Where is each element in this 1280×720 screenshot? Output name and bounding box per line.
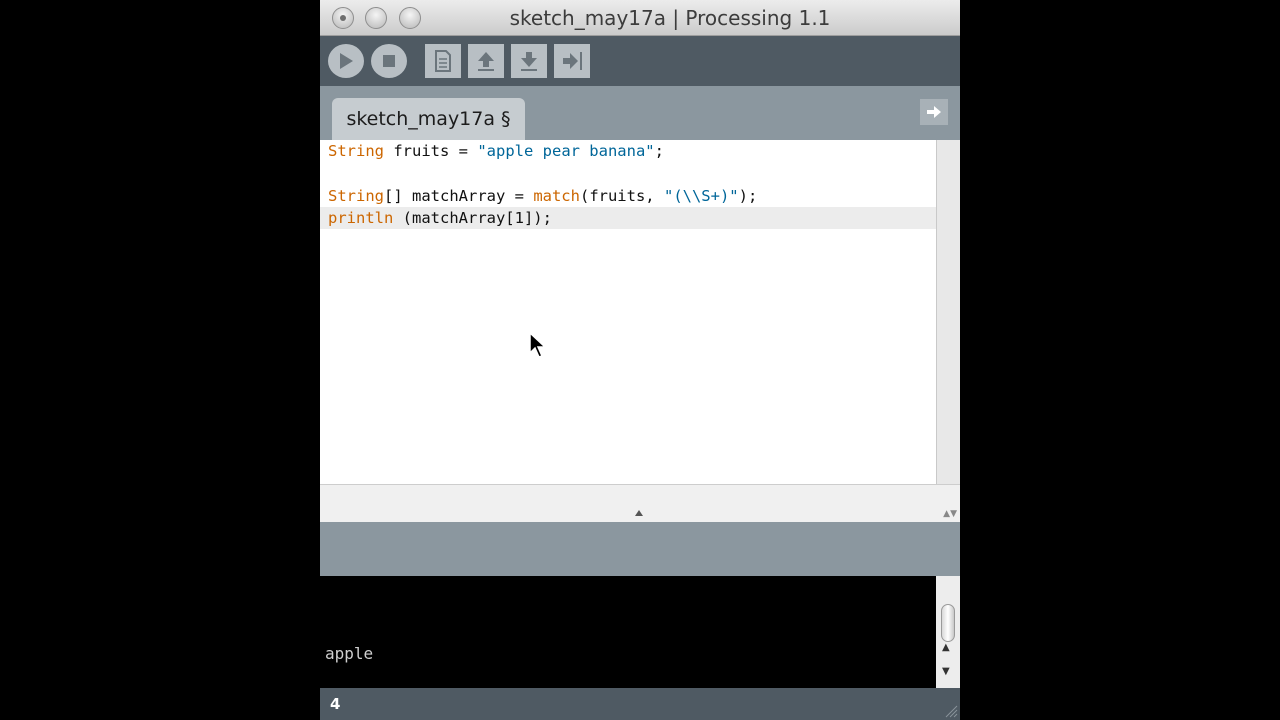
status-bar: 4 — [320, 688, 960, 720]
stop-button[interactable] — [371, 44, 407, 78]
download-arrow-icon — [521, 52, 537, 71]
export-button[interactable] — [554, 44, 590, 78]
scroll-arrows-icon[interactable]: ▲▼ — [943, 509, 957, 519]
mouse-pointer-icon — [529, 332, 547, 358]
play-icon — [340, 53, 353, 69]
open-button[interactable] — [468, 44, 504, 78]
save-button[interactable] — [511, 44, 547, 78]
new-button[interactable] — [425, 44, 461, 78]
processing-window: sketch_may17a | Processing 1.1 sketch_ma… — [320, 0, 960, 720]
console-scroll-thumb[interactable] — [941, 604, 955, 642]
toolbar — [320, 36, 960, 86]
console-vertical-scrollbar[interactable]: ▲ ▼ — [936, 576, 960, 688]
editor-vertical-scrollbar[interactable] — [936, 140, 960, 484]
export-arrow-icon — [563, 52, 582, 70]
code-text: fruits = — [384, 142, 478, 160]
tab-strip: sketch_may17a § — [320, 86, 960, 140]
console-output: apple — [325, 644, 374, 663]
new-file-icon — [435, 50, 451, 72]
stop-icon — [383, 55, 395, 67]
code-text: ; — [654, 142, 664, 160]
code-editor[interactable]: String fruits = "apple pear banana"; Stri… — [320, 140, 936, 484]
tab-sketch[interactable]: sketch_may17a § — [332, 98, 525, 140]
tab-menu-button[interactable] — [920, 99, 948, 125]
message-area — [320, 522, 960, 576]
code-string: "apple pear banana" — [477, 142, 655, 160]
code-keyword: match — [533, 187, 580, 205]
code-keyword: String — [328, 142, 384, 160]
code-text: (matchArray[1]); — [393, 209, 552, 227]
splitter-grip-icon[interactable] — [635, 510, 643, 516]
console[interactable]: apple — [320, 576, 936, 688]
code-keyword: println — [328, 209, 394, 227]
scroll-up-arrow-icon[interactable]: ▲ — [942, 642, 950, 653]
code-line[interactable]: println (matchArray[1]); — [328, 207, 552, 229]
code-text: ); — [738, 187, 758, 205]
code-text: (fruits, — [579, 187, 664, 205]
code-line[interactable]: String fruits = "apple pear banana"; — [328, 140, 664, 162]
line-number: 4 — [330, 695, 341, 713]
code-keyword: String — [328, 187, 384, 205]
upload-arrow-icon — [478, 52, 494, 71]
right-arrow-icon — [927, 106, 941, 118]
resize-grip-icon[interactable] — [944, 704, 958, 718]
code-string: "(\\S+)" — [663, 187, 739, 205]
window-title: sketch_may17a | Processing 1.1 — [509, 6, 831, 30]
code-line[interactable]: String[] matchArray = match(fruits, "(\\… — [328, 185, 757, 207]
run-button[interactable] — [328, 44, 364, 78]
code-text: [] matchArray = — [384, 187, 534, 205]
editor-horizontal-scrollbar[interactable]: ▲▼ — [320, 484, 960, 522]
scroll-down-arrow-icon[interactable]: ▼ — [942, 666, 950, 677]
title-bar: sketch_may17a | Processing 1.1 — [320, 0, 960, 36]
